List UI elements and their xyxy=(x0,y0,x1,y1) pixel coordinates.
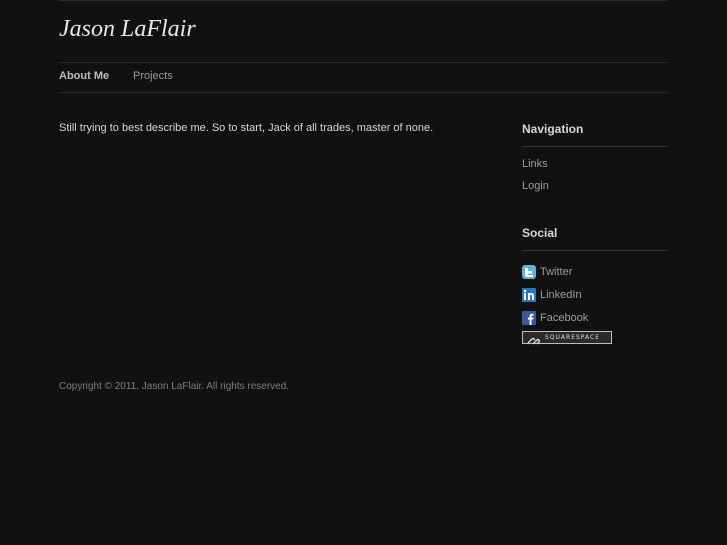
site-title[interactable]: Jason LaFlair xyxy=(59,16,196,43)
squarespace-badge[interactable]: SQUARESPACE xyxy=(522,331,612,345)
nav-item-projects[interactable]: Projects xyxy=(133,70,173,82)
about-text: Still trying to best describe me. So to … xyxy=(59,122,434,134)
social-link-twitter[interactable]: Twitter xyxy=(522,260,667,283)
nav-item-about-me[interactable]: About Me xyxy=(59,70,109,82)
linkedin-icon xyxy=(522,287,536,302)
social-link-linkedin[interactable]: LinkedIn xyxy=(522,283,667,306)
top-divider xyxy=(59,0,667,1)
sidebar-link-login[interactable]: Login xyxy=(522,178,667,200)
sidebar-divider xyxy=(522,250,667,251)
footer-copyright: Copyright © 2011, Jason LaFlair. All rig… xyxy=(59,381,290,392)
nav-divider-bottom xyxy=(59,92,667,93)
facebook-icon xyxy=(522,310,536,325)
sidebar: Navigation Links Login Social Twitter Li… xyxy=(522,121,667,349)
squarespace-badge-text: SQUARESPACE xyxy=(545,334,601,341)
social-link-label: Twitter xyxy=(540,265,573,278)
sidebar-divider xyxy=(522,146,667,147)
social-link-label: Facebook xyxy=(540,311,589,324)
twitter-icon xyxy=(522,264,536,279)
sidebar-heading-social: Social xyxy=(522,226,558,240)
sidebar-link-links[interactable]: Links xyxy=(522,156,667,178)
social-link-facebook[interactable]: Facebook xyxy=(522,306,667,329)
nav-divider-top xyxy=(59,62,667,63)
sidebar-heading-navigation: Navigation xyxy=(522,122,584,136)
social-link-label: LinkedIn xyxy=(540,288,582,301)
squarespace-logo-icon xyxy=(526,333,542,345)
